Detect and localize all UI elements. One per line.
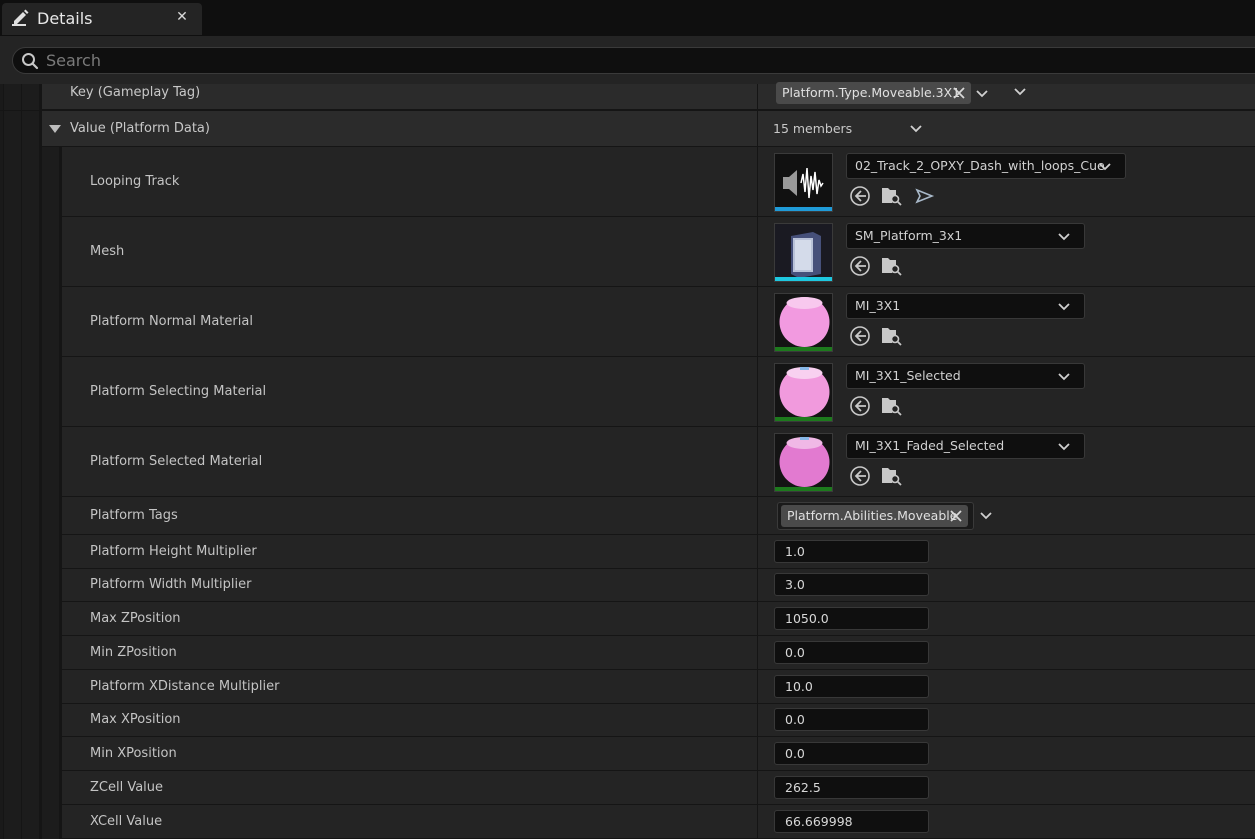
material-sphere-icon[interactable] (774, 363, 833, 422)
numeric-row: Min ZPosition 0.0 (0, 636, 1255, 670)
browse-folder-icon[interactable] (880, 324, 902, 346)
browse-folder-icon[interactable] (880, 184, 902, 206)
search-area (0, 36, 1255, 84)
xcell-value-input[interactable]: 66.669998 (774, 810, 929, 833)
chevron-down-icon (1058, 443, 1070, 451)
numeric-row: Platform XDistance Multiplier 10.0 (0, 670, 1255, 704)
zcell-value-label: ZCell Value (90, 780, 164, 795)
play-icon[interactable] (914, 185, 936, 207)
chevron-down-icon[interactable] (909, 124, 923, 134)
chevron-down-icon (1058, 373, 1070, 381)
min-zposition-label: Min ZPosition (90, 645, 177, 660)
selecting-material-combo[interactable]: MI_3X1_Selected (846, 363, 1085, 389)
min-zposition-input[interactable]: 0.0 (774, 641, 929, 664)
use-selected-icon[interactable] (849, 465, 871, 487)
selected-material-combo[interactable]: MI_3X1_Faded_Selected (846, 433, 1085, 459)
numeric-row: Platform Width Multiplier 3.0 (0, 569, 1255, 602)
max-xposition-input[interactable]: 0.0 (774, 708, 929, 731)
mesh-value: SM_Platform_3x1 (855, 228, 963, 243)
selecting-material-label: Platform Selecting Material (90, 384, 267, 399)
selected-material-label: Platform Selected Material (90, 454, 263, 469)
max-xposition-label: Max XPosition (90, 712, 181, 727)
numeric-row: Max XPosition 0.0 (0, 704, 1255, 737)
use-selected-icon[interactable] (849, 185, 871, 207)
asset-row-normal-material: Platform Normal Material MI_3X1 (0, 287, 1255, 357)
width-multiplier-label: Platform Width Multiplier (90, 577, 252, 592)
looping-track-label: Looping Track (90, 174, 180, 189)
key-label: Key (Gameplay Tag) (70, 85, 201, 100)
asset-row-mesh: Mesh SM_Platform_3x1 (0, 217, 1255, 287)
asset-row-selected-material: Platform Selected Material MI_3X1_Faded_… (0, 427, 1255, 497)
normal-material-combo[interactable]: MI_3X1 (846, 293, 1085, 319)
mesh-icon[interactable] (774, 223, 833, 282)
details-tab[interactable]: Details ✕ (2, 3, 202, 35)
chevron-down-icon[interactable] (979, 511, 993, 521)
xdistance-multiplier-input[interactable]: 10.0 (774, 675, 929, 698)
xdistance-multiplier-label: Platform XDistance Multiplier (90, 679, 280, 694)
chevron-down-icon (1058, 233, 1070, 241)
chevron-down-icon (1099, 163, 1111, 171)
selecting-material-value: MI_3X1_Selected (855, 368, 961, 383)
browse-folder-icon[interactable] (880, 394, 902, 416)
height-multiplier-label: Platform Height Multiplier (90, 544, 257, 559)
material-sphere-icon[interactable] (774, 293, 833, 352)
selected-material-value: MI_3X1_Faded_Selected (855, 438, 1005, 453)
mesh-label: Mesh (90, 244, 125, 259)
close-icon[interactable]: ✕ (174, 9, 190, 25)
chevron-down-icon[interactable] (975, 89, 989, 99)
normal-material-label: Platform Normal Material (90, 314, 253, 329)
numeric-row: Min XPosition 0.0 (0, 737, 1255, 771)
sound-wave-icon[interactable] (774, 153, 833, 212)
looping-track-combo[interactable]: 02_Track_2_OPXY_Dash_with_loops_Cue (846, 153, 1126, 179)
mesh-combo[interactable]: SM_Platform_3x1 (846, 223, 1085, 249)
material-sphere-icon[interactable] (774, 433, 833, 492)
expand-arrow-icon[interactable] (48, 124, 62, 134)
use-selected-icon[interactable] (849, 325, 871, 347)
chevron-down-icon[interactable] (1013, 87, 1027, 97)
max-zposition-input[interactable]: 1050.0 (774, 607, 929, 630)
search-box[interactable] (12, 47, 1255, 74)
value-label: Value (Platform Data) (70, 121, 210, 136)
pencil-icon (12, 9, 29, 26)
platform-tags-label: Platform Tags (90, 508, 178, 523)
width-multiplier-input[interactable]: 3.0 (774, 573, 929, 596)
max-zposition-label: Max ZPosition (90, 611, 181, 626)
members-count: 15 members (773, 121, 853, 136)
gameplay-tag-chip[interactable]: Platform.Type.Moveable.3X1 (776, 82, 971, 104)
xcell-value-label: XCell Value (90, 814, 163, 829)
chevron-down-icon (1058, 303, 1070, 311)
details-rows: Key (Gameplay Tag) Platform.Type.Moveabl… (0, 82, 1255, 839)
use-selected-icon[interactable] (849, 395, 871, 417)
asset-row-looping-track: Looping Track 02_Track_2_OPXY_Dash_with_… (0, 147, 1255, 217)
value-row[interactable]: Value (Platform Data) 15 members (0, 111, 1255, 147)
numeric-row: ZCell Value 262.5 (0, 771, 1255, 805)
browse-folder-icon[interactable] (880, 464, 902, 486)
remove-tag-icon[interactable] (952, 86, 966, 100)
tab-title: Details (37, 9, 93, 28)
height-multiplier-input[interactable]: 1.0 (774, 540, 929, 563)
remove-tag-icon[interactable] (949, 509, 963, 523)
asset-row-selecting-material: Platform Selecting Material MI_3X1_Selec… (0, 357, 1255, 427)
use-selected-icon[interactable] (849, 255, 871, 277)
platform-tag-text: Platform.Abilities.Moveable (787, 508, 958, 523)
key-row: Key (Gameplay Tag) Platform.Type.Moveabl… (0, 82, 1255, 110)
numeric-row: Platform Height Multiplier 1.0 (0, 535, 1255, 569)
tab-bar: Details ✕ (0, 0, 1255, 36)
min-xposition-label: Min XPosition (90, 746, 177, 761)
min-xposition-input[interactable]: 0.0 (774, 742, 929, 765)
numeric-row: Max ZPosition 1050.0 (0, 602, 1255, 636)
search-input[interactable] (46, 50, 646, 71)
search-icon (22, 53, 39, 70)
zcell-value-input[interactable]: 262.5 (774, 776, 929, 799)
numeric-row: XCell Value 66.669998 (0, 805, 1255, 839)
normal-material-value: MI_3X1 (855, 298, 901, 313)
platform-tag-chip[interactable]: Platform.Abilities.Moveable (781, 505, 968, 527)
browse-folder-icon[interactable] (880, 254, 902, 276)
platform-tags-row: Platform Tags Platform.Abilities.Moveabl… (0, 497, 1255, 535)
looping-track-value: 02_Track_2_OPXY_Dash_with_loops_Cue (855, 158, 1105, 173)
gameplay-tag-text: Platform.Type.Moveable.3X1 (782, 85, 961, 100)
